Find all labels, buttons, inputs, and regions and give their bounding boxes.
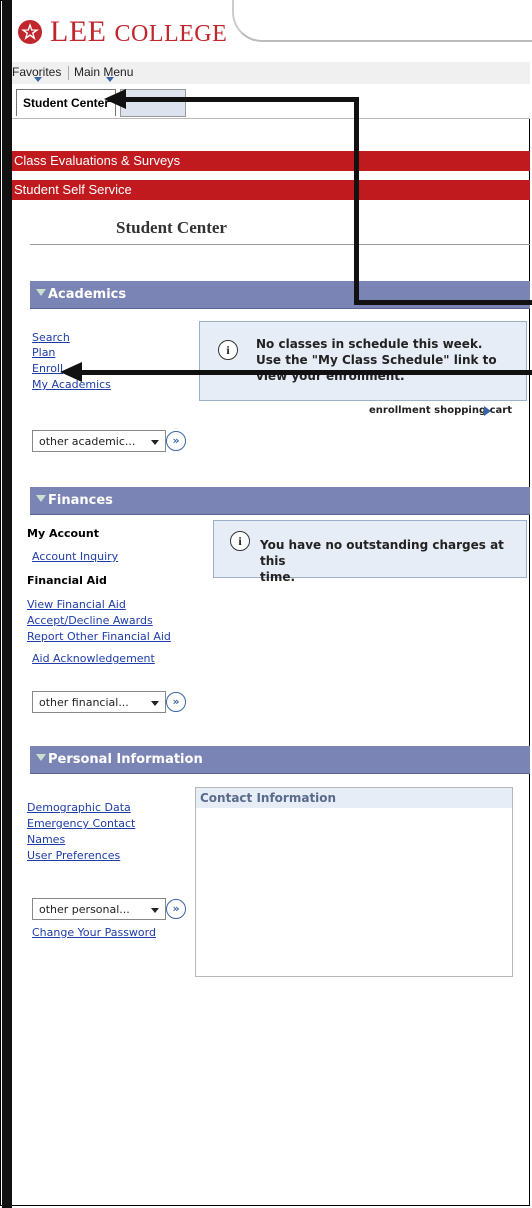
other-personal-select-value: other personal...: [39, 903, 130, 916]
finances-notice-line-1: You have no outstanding charges at this: [260, 538, 504, 568]
academics-header-label: Academics: [48, 287, 127, 302]
header: LEE COLLEGE: [12, 0, 532, 62]
main-menu-chevron-down-icon: [106, 77, 114, 82]
student-self-service-bar[interactable]: Student Self Service: [12, 180, 530, 200]
enroll-link[interactable]: Enroll: [32, 362, 63, 375]
header-decoration: [232, 0, 532, 42]
other-academic-select[interactable]: other academic...: [32, 430, 166, 452]
logo-text: LEE COLLEGE: [50, 15, 227, 49]
left-border-bar: [2, 0, 12, 1208]
names-link[interactable]: Names: [27, 833, 65, 846]
arrowhead-icon: [60, 362, 82, 382]
tab-other[interactable]: [120, 89, 186, 117]
notice-line-2: Use the "My Class Schedule" link to: [256, 353, 497, 367]
financial-aid-label: Financial Aid: [27, 574, 107, 587]
other-personal-select[interactable]: other personal...: [32, 898, 166, 920]
finances-header[interactable]: Finances: [30, 487, 530, 515]
personal-information-header-label: Personal Information: [48, 752, 203, 767]
page-title: Student Center: [116, 218, 227, 237]
my-account-label: My Account: [27, 527, 99, 540]
collapse-triangle-icon: [36, 289, 46, 296]
dropdown-caret-icon: [151, 908, 159, 913]
aid-acknowledgement-link[interactable]: Aid Acknowledgement: [32, 652, 155, 665]
favorites-chevron-down-icon: [34, 77, 42, 82]
collapse-triangle-icon: [36, 754, 46, 761]
finances-notice: i You have no outstanding charges at thi…: [213, 520, 527, 584]
other-academic-select-value: other academic...: [39, 435, 136, 448]
user-preferences-link[interactable]: User Preferences: [27, 849, 120, 862]
main-menu[interactable]: Main Menu: [74, 65, 133, 79]
plan-link[interactable]: Plan: [32, 346, 55, 359]
dropdown-caret-icon: [151, 701, 159, 706]
menu-separator: [68, 66, 69, 80]
academic-go-button[interactable]: »: [166, 431, 186, 451]
logo-text-big: LEE: [50, 15, 107, 48]
financial-go-button[interactable]: »: [166, 692, 186, 712]
other-financial-select-value: other financial...: [39, 696, 129, 709]
academics-notice: i No classes in schedule this week. Use …: [199, 321, 527, 401]
contact-information-header: Contact Information: [196, 788, 512, 808]
title-divider: [30, 244, 530, 245]
finances-notice-line-2: time.: [260, 570, 296, 584]
logo-text-small: COLLEGE: [114, 21, 228, 47]
other-financial-select[interactable]: other financial...: [32, 691, 166, 713]
dropdown-caret-icon: [151, 440, 159, 445]
report-other-financial-aid-link[interactable]: Report Other Financial Aid: [27, 630, 171, 643]
college-logo[interactable]: LEE COLLEGE: [16, 12, 227, 52]
notice-line-1: No classes in schedule this week.: [256, 337, 483, 351]
cart-arrow-icon[interactable]: [484, 406, 491, 416]
personal-information-header[interactable]: Personal Information: [30, 746, 530, 774]
menubar: Favorites Main Menu: [12, 62, 530, 85]
demographic-data-link[interactable]: Demographic Data: [27, 801, 131, 814]
info-icon: i: [218, 340, 238, 360]
account-inquiry-link[interactable]: Account Inquiry: [32, 550, 118, 563]
accept-decline-awards-link[interactable]: Accept/Decline Awards: [27, 614, 153, 627]
emergency-contact-link[interactable]: Emergency Contact: [27, 817, 135, 830]
logo-star-icon: [18, 20, 42, 44]
search-link[interactable]: Search: [32, 331, 70, 344]
change-password-link[interactable]: Change Your Password: [32, 926, 156, 939]
arrowhead-icon: [104, 89, 126, 109]
contact-information-box: Contact Information: [195, 787, 513, 977]
info-icon: i: [230, 531, 250, 551]
finances-notice-text: You have no outstanding charges at this …: [260, 537, 526, 585]
personal-go-button[interactable]: »: [166, 899, 186, 919]
class-evaluations-bar[interactable]: Class Evaluations & Surveys: [12, 151, 530, 171]
view-financial-aid-link[interactable]: View Financial Aid: [27, 598, 126, 611]
collapse-triangle-icon: [36, 495, 46, 502]
tab-student-center[interactable]: Student Center: [16, 89, 117, 116]
finances-header-label: Finances: [48, 493, 113, 508]
academics-notice-text: No classes in schedule this week. Use th…: [256, 336, 497, 384]
